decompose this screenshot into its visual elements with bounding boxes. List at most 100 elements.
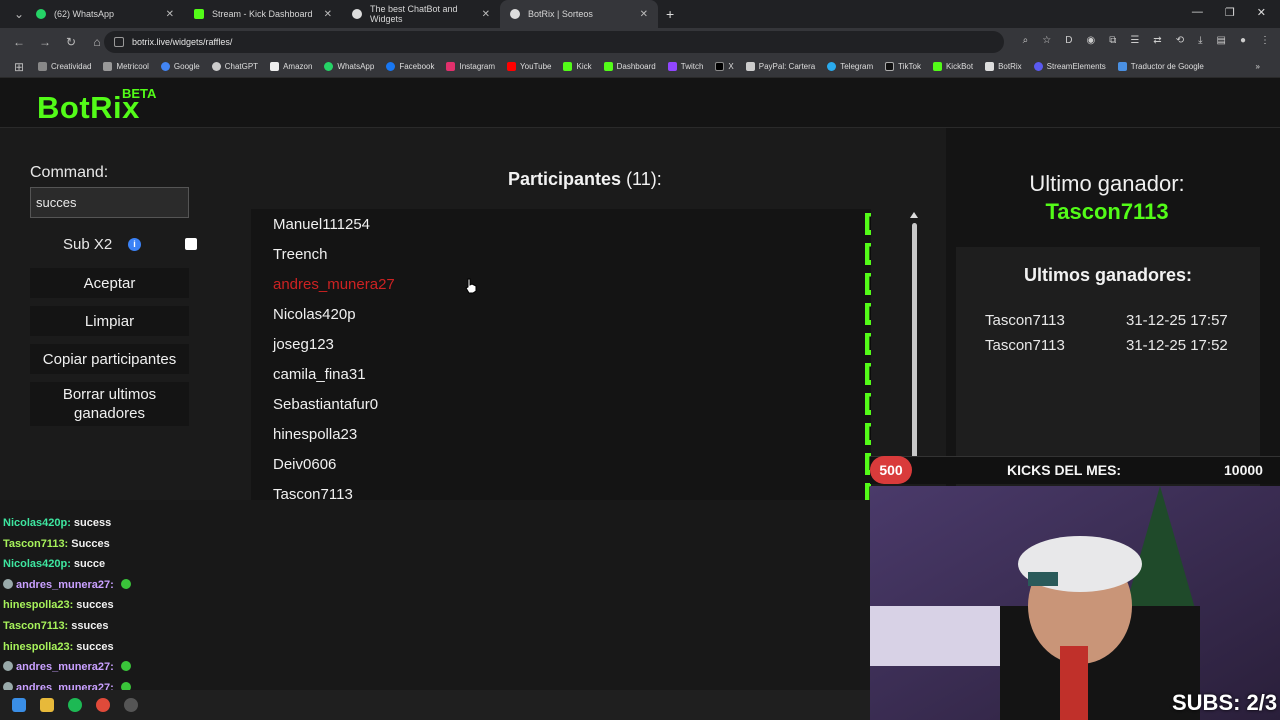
- tab-botrix-widgets[interactable]: The best ChatBot and Widgets ✕: [342, 0, 500, 28]
- bookmark-chatgpt[interactable]: ChatGPT: [211, 62, 258, 71]
- bookmark-amazon[interactable]: Amazon: [270, 62, 312, 71]
- copy-participants-button[interactable]: Copiar participantes: [30, 344, 189, 374]
- participants-header: Participantes (11):: [508, 169, 662, 190]
- participant-row[interactable]: hinespolla23 K: [251, 419, 871, 449]
- minimize-icon[interactable]: —: [1192, 6, 1203, 19]
- stream-chat-overlay: Nicolas420p: sucess Tascon7113: Succes Nicol…: [0, 500, 870, 720]
- bookmark-youtube[interactable]: YouTube: [507, 62, 551, 71]
- bookmark-whatsapp[interactable]: WhatsApp: [324, 62, 374, 71]
- kick-platform-icon: K: [865, 423, 871, 445]
- participant-name: andres_munera27: [273, 276, 395, 293]
- new-tab-icon[interactable]: +: [666, 6, 674, 22]
- recent-winner-row: Tascon7113 31-12-25 17:52: [985, 337, 1235, 354]
- translate-icon[interactable]: ⇄: [1153, 35, 1161, 46]
- site-info-icon[interactable]: [114, 37, 124, 47]
- user-badge-icon: [3, 578, 13, 589]
- tab-whatsapp[interactable]: (62) WhatsApp ✕: [26, 0, 184, 28]
- close-icon[interactable]: ✕: [640, 9, 648, 20]
- tab-list-icon[interactable]: ⌄: [12, 7, 26, 21]
- participant-row[interactable]: Deiv0606K: [251, 449, 871, 479]
- chat-username: hinespolla23:: [3, 599, 74, 612]
- tab-kick-dashboard[interactable]: Stream - Kick Dashboard ✕: [184, 0, 342, 28]
- url-input[interactable]: botrix.live/widgets/raffles/: [104, 31, 1004, 53]
- participant-row[interactable]: camila_fina31 K: [251, 359, 871, 389]
- close-window-icon[interactable]: ✕: [1257, 6, 1266, 19]
- profile-avatar[interactable]: ●: [1240, 35, 1246, 46]
- sidebar-icon[interactable]: ▤: [1217, 35, 1226, 46]
- bookmark-telegram[interactable]: Telegram: [827, 62, 873, 71]
- bookmark-creatividad[interactable]: Creatividad: [38, 62, 91, 71]
- bookmark-paypal[interactable]: PayPal: Cartera: [745, 62, 815, 71]
- bookmark-instagram[interactable]: Instagram: [446, 62, 495, 71]
- os-taskbar: [0, 690, 870, 720]
- bookmark-x[interactable]: X: [715, 62, 734, 71]
- chat-message: Tascon7113: ssuces: [3, 620, 109, 632]
- kick-platform-icon: K: [865, 273, 871, 295]
- participant-row[interactable]: Nicolas420p K: [251, 299, 871, 329]
- windows-start-icon[interactable]: [12, 698, 26, 712]
- participant-row[interactable]: Sebastiantafur0 K: [251, 389, 871, 419]
- scroll-up-icon[interactable]: [910, 212, 918, 218]
- close-icon[interactable]: ✕: [482, 9, 490, 20]
- bookmark-dashboard[interactable]: Dashboard: [603, 62, 656, 71]
- bookmark-kickbot[interactable]: KickBot: [932, 62, 973, 71]
- bookmark-twitch[interactable]: Twitch: [667, 62, 703, 71]
- more-bookmarks-icon[interactable]: »: [1256, 62, 1260, 71]
- bookmark-google[interactable]: Google: [160, 62, 200, 71]
- menu-icon[interactable]: ⋮: [1260, 35, 1270, 46]
- sub-x2-checkbox[interactable]: [185, 238, 197, 250]
- scroll-thumb[interactable]: [912, 223, 917, 463]
- command-input[interactable]: [30, 187, 189, 218]
- bookmark-botrix[interactable]: BotRix: [985, 62, 1022, 71]
- history-icon[interactable]: ⟲: [1176, 35, 1184, 46]
- extension-d-icon[interactable]: D: [1065, 35, 1072, 46]
- spotify-icon[interactable]: [68, 698, 82, 712]
- tab-title: (62) WhatsApp: [54, 9, 115, 19]
- url-text: botrix.live/widgets/raffles/: [132, 37, 233, 47]
- apps-grid-icon[interactable]: ⊞: [12, 60, 26, 74]
- tab-title: The best ChatBot and Widgets: [370, 4, 458, 24]
- zoom-icon[interactable]: ⌕: [1023, 35, 1029, 46]
- bookmark-kick[interactable]: Kick: [563, 62, 592, 71]
- forward-icon[interactable]: →: [38, 35, 52, 49]
- bookmark-translate[interactable]: Traductor de Google: [1117, 62, 1204, 71]
- delete-recent-winners-button[interactable]: Borrar ultimos ganadores: [30, 382, 189, 426]
- tab-botrix-sorteos[interactable]: BotRix | Sorteos ✕: [500, 0, 658, 28]
- close-icon[interactable]: ✕: [166, 9, 174, 20]
- bookmark-tiktok[interactable]: TikTok: [885, 62, 921, 71]
- bookmark-star-icon[interactable]: ☆: [1042, 35, 1051, 46]
- participant-row[interactable]: Tascon7113K: [251, 479, 871, 500]
- chat-text: Succes: [71, 537, 110, 550]
- reload-icon[interactable]: ↻: [64, 35, 78, 49]
- bookmark-metricool[interactable]: Metricool: [103, 62, 149, 71]
- kick-platform-icon: K: [865, 303, 871, 325]
- info-icon[interactable]: i: [128, 238, 141, 251]
- kick-platform-icon: K: [865, 333, 871, 355]
- back-icon[interactable]: ←: [12, 35, 26, 49]
- participant-row[interactable]: andres_munera27 K: [251, 269, 871, 299]
- chrome-icon[interactable]: [96, 698, 110, 712]
- obs-icon[interactable]: [124, 698, 138, 712]
- accept-button[interactable]: Aceptar: [30, 268, 189, 298]
- extensions-puzzle-icon[interactable]: ⧉: [1109, 35, 1116, 46]
- bookmark-facebook[interactable]: Facebook: [386, 62, 434, 71]
- extension-icon[interactable]: ◉: [1086, 35, 1095, 46]
- participant-row[interactable]: Treench K: [251, 239, 871, 269]
- whatsapp-icon: [36, 9, 46, 19]
- participants-list[interactable]: Manuel111254KTreenchKandres_munera27KNic…: [251, 209, 871, 500]
- download-icon[interactable]: ⤓: [1198, 35, 1202, 46]
- chat-username: hinespolla23:: [3, 640, 74, 653]
- file-explorer-icon[interactable]: [40, 698, 54, 712]
- tab-search-icon[interactable]: ☰: [1130, 35, 1139, 46]
- bookmark-streamelements[interactable]: StreamElements: [1033, 62, 1106, 71]
- participant-row[interactable]: joseg123 K: [251, 329, 871, 359]
- participant-row[interactable]: Manuel111254 K: [251, 209, 871, 239]
- participants-title: Participantes: [508, 169, 622, 189]
- maximize-icon[interactable]: ❐: [1225, 6, 1235, 19]
- close-icon[interactable]: ✕: [324, 9, 332, 20]
- bookmarks-bar: ⊞ Creatividad Metricool Google ChatGPT A…: [0, 56, 1280, 78]
- clear-button[interactable]: Limpiar: [30, 306, 189, 336]
- home-icon[interactable]: ⌂: [90, 35, 104, 49]
- participant-name: Tascon7113: [273, 486, 353, 500]
- hand-cursor-icon: [465, 278, 477, 294]
